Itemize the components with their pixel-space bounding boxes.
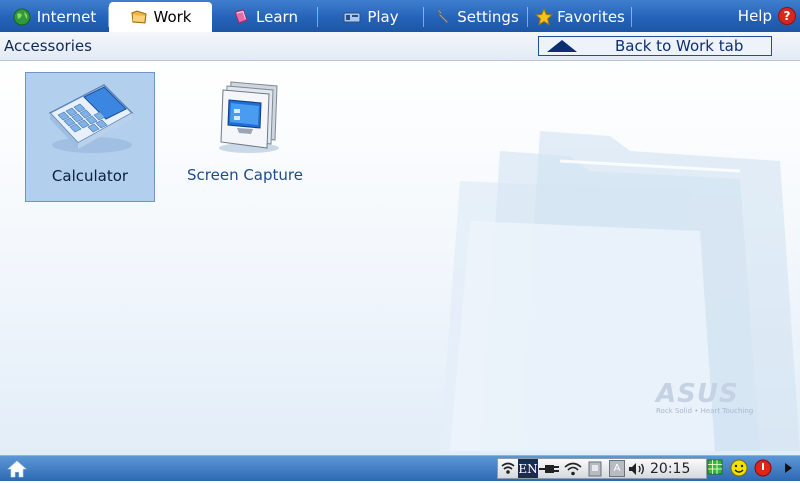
star-icon (534, 7, 554, 26)
wireless-signal-icon[interactable] (498, 459, 518, 478)
tab-learn[interactable]: Learn (212, 2, 318, 32)
screen-capture-app[interactable]: Screen Capture (180, 72, 310, 202)
screen-capture-icon (197, 76, 293, 156)
screen-capture-label: Screen Capture (187, 166, 303, 184)
tab-label: Work (153, 8, 192, 26)
clock[interactable]: 20:15 (650, 461, 690, 477)
calculator-app[interactable]: Calculator (25, 72, 155, 202)
tab-label: Play (367, 8, 399, 26)
wifi-icon[interactable] (562, 459, 584, 478)
tab-label: Favorites (557, 8, 625, 26)
tab-favorites[interactable]: Favorites (528, 2, 632, 32)
power-plug-icon[interactable] (538, 459, 562, 478)
book-icon (232, 8, 250, 26)
spreadsheet-icon[interactable] (707, 459, 723, 475)
media-icon (343, 8, 361, 26)
device-icon[interactable] (584, 459, 606, 478)
system-tray: EN A 20:15 (497, 458, 707, 479)
tab-settings[interactable]: Settings (424, 2, 528, 32)
help-icon: ? (778, 7, 796, 25)
input-method-icon[interactable]: A (606, 459, 628, 478)
language-indicator[interactable]: EN (518, 459, 538, 478)
volume-icon[interactable] (628, 459, 646, 478)
tab-internet[interactable]: Internet (0, 2, 109, 32)
folder-icon (130, 8, 148, 26)
asus-wordmark: ASUS (656, 379, 739, 409)
help-label: Help (737, 7, 772, 25)
power-off-icon[interactable] (754, 459, 772, 477)
home-icon[interactable] (6, 459, 28, 479)
wrench-icon (433, 8, 451, 26)
app-grid-area: Calculator Screen Capture ASUS Rock Soli… (0, 61, 800, 455)
taskbar: EN A 20:15 (0, 455, 800, 481)
calculator-icon (42, 77, 138, 157)
tab-label: Learn (256, 8, 298, 26)
globe-icon (13, 8, 31, 26)
calculator-label: Calculator (51, 167, 129, 185)
smiley-icon[interactable] (730, 459, 748, 477)
expand-arrow-icon[interactable] (782, 459, 794, 477)
sub-header: Accessories Back to Work tab (0, 32, 800, 61)
section-title: Accessories (4, 37, 92, 55)
tab-bar: Internet Work Learn Play Settings Favori… (0, 0, 800, 32)
help-button[interactable]: Help ? (738, 0, 800, 32)
tab-label: Internet (36, 8, 97, 26)
back-to-work-tab-button[interactable]: Back to Work tab (538, 36, 772, 56)
tab-work[interactable]: Work (109, 2, 212, 32)
back-button-label: Back to Work tab (615, 37, 744, 55)
tab-play[interactable]: Play (318, 2, 424, 32)
up-arrow-icon (547, 40, 577, 52)
tab-label: Settings (457, 8, 519, 26)
asus-logo: ASUS Rock Solid • Heart Touching (656, 379, 753, 415)
asus-tagline: Rock Solid • Heart Touching (656, 407, 754, 415)
input-method-letter: A (609, 460, 625, 477)
